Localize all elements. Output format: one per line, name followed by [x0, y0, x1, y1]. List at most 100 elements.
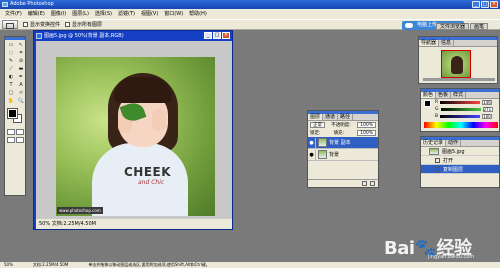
layer-row[interactable]: ● 背景 副本	[308, 137, 378, 149]
tab-info[interactable]: 信息	[439, 40, 455, 46]
menu-image[interactable]: 图像(I)	[48, 9, 69, 19]
color-spectrum[interactable]	[424, 122, 498, 128]
history-state[interactable]: 打开	[421, 156, 499, 165]
menu-filter[interactable]: 滤镜(T)	[115, 9, 138, 19]
shape-tool-icon[interactable]: ▢	[6, 89, 16, 97]
tab-actions[interactable]: 动作	[446, 140, 462, 146]
photo-right-hand	[152, 109, 166, 131]
tool-preset-picker[interactable]	[2, 20, 18, 29]
blend-mode-select[interactable]: 正常	[310, 122, 325, 128]
lasso-tool-icon[interactable]: ◌	[6, 49, 16, 57]
document-window: 图画5.jpg @ 50%(背景 副本,RGB) _ □ × CHEEK and…	[33, 30, 233, 230]
document-title-bar[interactable]: 图画5.jpg @ 50%(背景 副本,RGB) _ □ ×	[34, 31, 232, 41]
document-status-bar: 50% 文档:2.25M/4.50M	[36, 219, 232, 229]
color-panel-swatch[interactable]	[424, 100, 431, 107]
document-minimize-button[interactable]: _	[204, 32, 212, 39]
tab-channels[interactable]: 通道	[323, 114, 339, 120]
standard-mode-icon[interactable]	[7, 129, 15, 135]
toolbox: ▭ ↖ ◌ ⌗ ✎ ⊘ ⟋ ▬ ◐ ✒ T A ▢ ⌑ ✋ 🔍	[4, 36, 26, 196]
magic-wand-tool-icon[interactable]: ⌗	[16, 49, 26, 57]
marquee-tool-icon[interactable]: ▭	[6, 41, 16, 49]
document-close-button[interactable]: ×	[222, 32, 230, 39]
quick-mask-mode-icon[interactable]	[16, 129, 24, 135]
tab-history[interactable]: 历史记录	[421, 140, 447, 146]
eraser-tool-icon[interactable]: ▬	[16, 65, 26, 73]
checkbox-icon[interactable]	[65, 22, 71, 27]
menu-layer[interactable]: 图层(L)	[69, 9, 92, 19]
channel-slider[interactable]	[440, 115, 481, 118]
upload-label: 电脑上传	[417, 22, 438, 28]
new-layer-icon[interactable]	[362, 181, 367, 186]
full-screen-icon[interactable]	[16, 137, 24, 143]
channel-slider[interactable]	[440, 108, 481, 111]
zoom-slider[interactable]	[423, 78, 495, 81]
trash-icon[interactable]	[370, 181, 375, 186]
history-item-label: 复制图层	[443, 166, 464, 173]
tab-brushes[interactable]: 画笔	[470, 23, 489, 30]
channel-value[interactable]: 146	[482, 100, 493, 105]
quick-mask-modes	[5, 129, 25, 135]
document-icon	[36, 33, 42, 39]
history-snapshot[interactable]: 图画5.jpg	[421, 147, 499, 156]
navigator-panel: 导航器 信息	[418, 36, 498, 84]
fill-field[interactable]: 100%	[357, 130, 376, 136]
maximize-button[interactable]: □	[481, 1, 489, 8]
close-button[interactable]: ×	[490, 1, 498, 8]
eye-icon[interactable]: ●	[308, 149, 316, 160]
tab-paths[interactable]: 路径	[338, 114, 354, 120]
navigator-preview[interactable]	[441, 50, 471, 78]
menu-help[interactable]: 帮助(H)	[186, 9, 210, 19]
opacity-field[interactable]: 100%	[357, 122, 376, 128]
dodge-tool-icon[interactable]: ◐	[6, 73, 16, 81]
foreground-color-swatch[interactable]	[7, 108, 18, 119]
pen-tool-icon[interactable]: ✒	[16, 73, 26, 81]
shirt-print-subtext: and Chic	[138, 179, 165, 186]
standard-screen-icon[interactable]	[7, 137, 15, 143]
photo[interactable]: CHEEK and Chic www.photoshop.com	[56, 57, 215, 216]
options-bar: 显示变换控件 显示所有图层 电脑上传	[0, 19, 500, 30]
hand-tool-icon[interactable]: ✋	[6, 97, 16, 105]
canvas-area[interactable]: CHEEK and Chic www.photoshop.com	[36, 41, 232, 219]
show-all-layers-label: 显示所有图层	[72, 22, 103, 28]
baidu-url: jingyan.baidu.com	[428, 254, 475, 260]
zoom-tool-icon[interactable]: 🔍	[16, 97, 26, 105]
channel-value[interactable]: 271	[482, 107, 493, 112]
duplicate-layer-icon	[435, 166, 440, 172]
opacity-label: 不透明度:	[331, 123, 351, 128]
tab-layers[interactable]: 图层	[308, 114, 324, 120]
color-panel: 颜色 色板 样式 R 146 G 271 B 100	[420, 88, 500, 132]
show-all-layers-option[interactable]: 显示所有图层	[65, 21, 102, 28]
notes-tool-icon[interactable]: ⌑	[16, 89, 26, 97]
menu-select[interactable]: 选择(S)	[92, 9, 115, 19]
crop-tool-icon[interactable]: ✎	[6, 57, 16, 65]
app-title: Adobe Photoshop	[10, 1, 54, 7]
cloud-upload-icon	[405, 23, 413, 28]
tab-styles[interactable]: 样式	[451, 92, 467, 98]
palette-well: 文件浏览器 画笔	[436, 23, 489, 30]
fill-label: 填充:	[333, 131, 345, 136]
checkbox-icon[interactable]	[23, 22, 28, 27]
history-state[interactable]: 复制图层	[421, 165, 499, 174]
open-file-icon	[435, 157, 440, 163]
menu-window[interactable]: 窗口(W)	[161, 9, 186, 19]
tab-file-browser[interactable]: 文件浏览器	[436, 23, 470, 30]
menu-view[interactable]: 视图(V)	[138, 9, 161, 19]
channel-value[interactable]: 100	[482, 114, 493, 119]
tab-navigator[interactable]: 导航器	[419, 40, 440, 46]
tab-color[interactable]: 颜色	[421, 92, 437, 98]
eye-icon[interactable]: ●	[308, 137, 316, 148]
show-transform-controls-option[interactable]: 显示变换控件	[23, 21, 60, 28]
brush-tool-icon[interactable]: ⟋	[6, 65, 16, 73]
tab-swatches[interactable]: 色板	[436, 92, 452, 98]
move-tool-icon[interactable]: ↖	[16, 41, 26, 49]
menu-file[interactable]: 文件(F)	[2, 9, 25, 19]
type-tool-icon[interactable]: T	[6, 81, 16, 89]
menu-edit[interactable]: 编辑(E)	[25, 9, 48, 19]
shirt-print-text: CHEEK	[124, 165, 172, 179]
channel-slider[interactable]	[440, 101, 481, 104]
document-maximize-button[interactable]: □	[213, 32, 221, 39]
path-selection-tool-icon[interactable]: A	[16, 81, 26, 89]
layer-row[interactable]: ● 背景	[308, 149, 378, 161]
minimize-button[interactable]: _	[472, 1, 480, 8]
slice-tool-icon[interactable]: ⊘	[16, 57, 26, 65]
